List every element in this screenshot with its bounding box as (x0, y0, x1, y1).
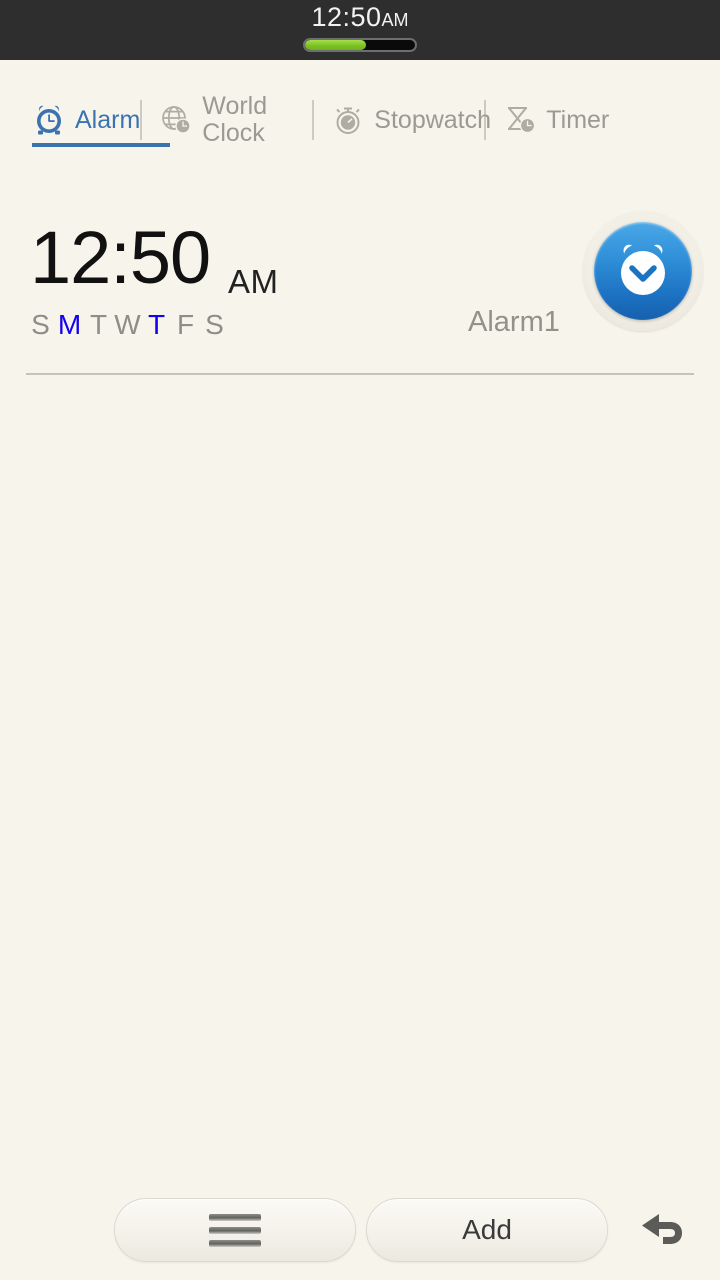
hamburger-menu-icon (209, 1213, 261, 1247)
tab-stopwatch[interactable]: Stopwatch (331, 60, 492, 150)
tab-active-underline (32, 143, 170, 147)
clock-app-screen: 12:50AM Alarm World Clock Stopwatch Time… (0, 0, 720, 1280)
battery-fill (305, 40, 366, 50)
alarm-day-monday: M (57, 309, 82, 340)
tab-separator (140, 100, 143, 140)
status-bar-ampm: AM (381, 10, 409, 30)
tab-separator (312, 100, 315, 140)
tab-world-clock[interactable]: World Clock (159, 60, 312, 150)
tab-world-clock-label: World Clock (202, 92, 268, 147)
alarm-day-wednesday: W (114, 309, 141, 340)
alarm-day-friday: F (176, 309, 195, 340)
status-bar: 12:50AM (0, 0, 720, 60)
status-bar-clock: 12:50AM (0, 2, 720, 35)
alarm-time: 12:50 (30, 216, 211, 299)
hourglass-icon (503, 103, 537, 137)
tab-stopwatch-label: Stopwatch (374, 105, 492, 134)
tab-bar: Alarm World Clock Stopwatch Timer (0, 60, 720, 150)
bottom-toolbar: Add (0, 1198, 720, 1268)
menu-button[interactable] (114, 1198, 356, 1262)
tab-timer[interactable]: Timer (503, 60, 609, 150)
battery-icon (303, 38, 417, 52)
alarm-day-thursday: T (147, 309, 166, 340)
tab-timer-label: Timer (546, 105, 610, 134)
alarm-day-saturday: S (205, 309, 224, 340)
list-divider (26, 373, 694, 375)
alarm-repeat-days: S M T W T F S (26, 309, 229, 341)
add-button-label: Add (462, 1214, 512, 1245)
alarm-on-icon (621, 244, 665, 295)
tab-alarm-label: Alarm (75, 105, 141, 134)
stopwatch-icon (331, 103, 365, 137)
add-button[interactable]: Add (366, 1198, 608, 1262)
globe-clock-icon (159, 103, 193, 137)
alarm-ampm: AM (228, 263, 279, 300)
alarm-clock-icon (32, 103, 66, 137)
back-button[interactable] (634, 1204, 694, 1258)
tab-alarm[interactable]: Alarm (32, 60, 170, 150)
alarm-day-tuesday: T (89, 309, 108, 340)
alarm-toggle-button[interactable] (583, 211, 703, 331)
alarm-toggle-inner (594, 222, 692, 320)
alarm-name-label: Alarm1 (468, 306, 560, 338)
back-arrow-icon (637, 1205, 691, 1258)
status-bar-time: 12:50 (311, 2, 382, 32)
alarm-day-sunday: S (31, 309, 50, 340)
